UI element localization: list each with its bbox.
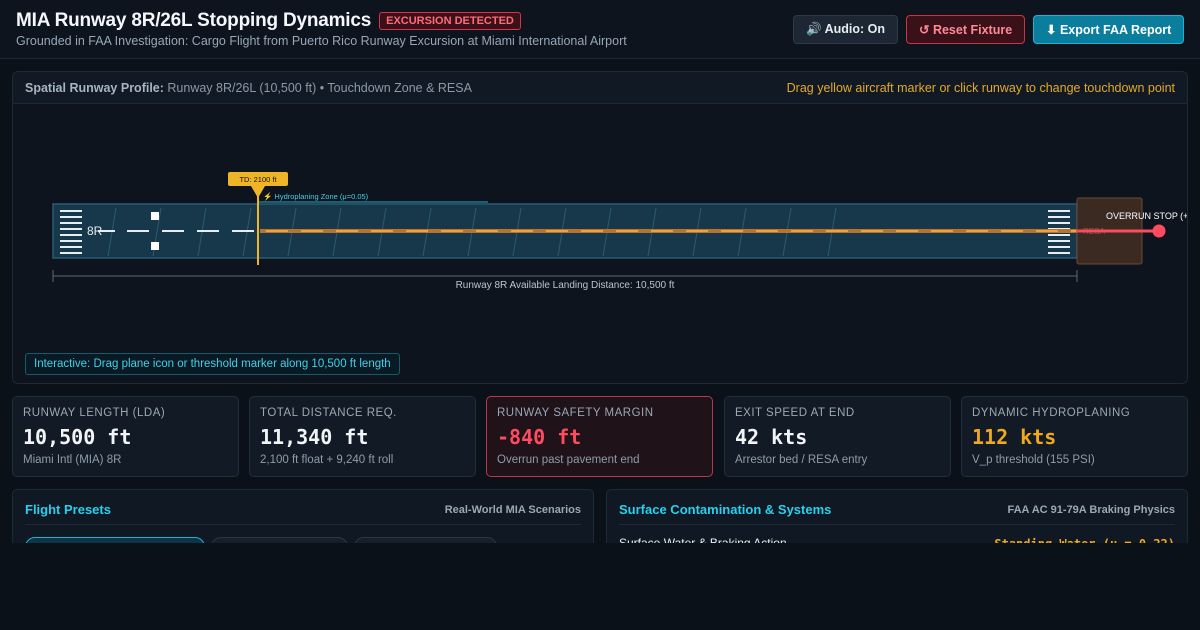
metric-label: Dynamic Hydroplaning xyxy=(972,407,1131,419)
runway-profile-panel: Spatial Runway Profile: Runway 8R/26L (1… xyxy=(12,71,1188,384)
rollout-dash xyxy=(476,230,498,232)
aiming-point-marker-bottom xyxy=(151,242,159,250)
metric-card-safety-margin: Runway Safety Margin -840 ft Overrun pas… xyxy=(486,396,713,477)
rollout-dash xyxy=(896,230,918,232)
export-faa-report-button[interactable]: ⬇ Export FAA Report xyxy=(1033,15,1184,44)
threshold-bar xyxy=(60,228,82,230)
metric-value: 112 kts xyxy=(972,425,1057,449)
available-distance-label: Runway 8R Available Landing Distance: 10… xyxy=(456,280,675,291)
surface-contamination-panel: Surface Contamination & Systems FAA AC 9… xyxy=(606,489,1188,549)
aiming-point-marker-top xyxy=(151,212,159,220)
rollout-dash xyxy=(616,230,638,232)
metric-card-exit-speed: Exit Speed at End 42 kts Arrestor bed / … xyxy=(724,396,951,477)
centerline-dash xyxy=(162,230,184,232)
app-header: MIA Runway 8R/26L Stopping Dynamics EXCU… xyxy=(0,0,1200,59)
audio-toggle-button[interactable]: 🔊 Audio: On xyxy=(793,15,898,44)
threshold-bar xyxy=(60,210,82,212)
reset-fixture-button[interactable]: ↺ Reset Fixture xyxy=(906,15,1025,44)
drag-hint: Drag yellow aircraft marker or click run… xyxy=(786,81,1175,95)
threshold-bar xyxy=(1048,246,1070,248)
threshold-bar xyxy=(60,222,82,224)
centerline-dash xyxy=(197,230,219,232)
metric-card-hydroplaning: Dynamic Hydroplaning 112 kts V_p thresho… xyxy=(961,396,1188,477)
metric-value: 11,340 ft xyxy=(260,425,369,449)
flight-presets-tag: Real-World MIA Scenarios xyxy=(444,504,581,516)
centerline-dash xyxy=(232,230,254,232)
rollout-dash xyxy=(721,230,743,232)
metric-subtext: Miami Intl (MIA) 8R xyxy=(23,454,122,466)
metric-card-runway-length: Runway Length (LDA) 10,500 ft Miami Intl… xyxy=(12,396,239,477)
rollout-dash xyxy=(826,230,848,232)
runway-profile-title-bold: Spatial Runway Profile: xyxy=(25,81,164,95)
centerline-dash xyxy=(127,230,149,232)
metric-label: Total Distance Req. xyxy=(260,407,397,419)
hydroplaning-zone-label: ⚡ Hydroplaning Zone (μ=0.05) xyxy=(263,192,369,201)
divider xyxy=(619,524,1175,525)
flight-presets-title: Flight Presets xyxy=(25,502,111,517)
rollout-path xyxy=(260,229,1093,233)
title-row: MIA Runway 8R/26L Stopping Dynamics EXCU… xyxy=(16,10,521,32)
metric-card-total-distance: Total Distance Req. 11,340 ft 2,100 ft f… xyxy=(249,396,476,477)
rollout-dash xyxy=(371,230,393,232)
touchdown-marker-label: TD: 2100 ft xyxy=(239,175,277,184)
threshold-bar xyxy=(1048,222,1070,224)
threshold-bar xyxy=(1048,240,1070,242)
rollout-dash xyxy=(581,230,603,232)
threshold-bar xyxy=(60,252,82,254)
rollout-dash xyxy=(266,230,288,232)
threshold-bar xyxy=(1048,234,1070,236)
metric-value: 42 kts xyxy=(735,425,808,449)
flight-presets-panel: Flight Presets Real-World MIA Scenarios xyxy=(12,489,594,549)
metric-subtext: 2,100 ft float + 9,240 ft roll xyxy=(260,454,394,466)
rollout-dash xyxy=(931,230,953,232)
rollout-dash xyxy=(1001,230,1023,232)
metric-value: 10,500 ft xyxy=(23,425,132,449)
rollout-dash xyxy=(441,230,463,232)
rollout-dash xyxy=(336,230,358,232)
metric-subtext: Overrun past pavement end xyxy=(497,454,640,466)
divider xyxy=(25,524,581,525)
threshold-bar xyxy=(1048,252,1070,254)
rollout-dash xyxy=(1036,230,1058,232)
threshold-bar xyxy=(1048,210,1070,212)
runway-diagram[interactable]: 8R ⚡ Hydroplaning Zone (μ=0.05) RESA OVE… xyxy=(13,104,1188,350)
runway-profile-header: Spatial Runway Profile: Runway 8R/26L (1… xyxy=(13,72,1187,104)
metric-value: -840 ft xyxy=(497,425,582,449)
excursion-status-badge: EXCURSION DETECTED xyxy=(379,12,521,30)
threshold-bar xyxy=(60,246,82,248)
surface-contamination-tag: FAA AC 91-79A Braking Physics xyxy=(1007,504,1175,516)
threshold-bar xyxy=(60,234,82,236)
page-bottom-area xyxy=(0,543,1200,630)
rollout-dash xyxy=(301,230,323,232)
metric-subtext: V_p threshold (155 PSI) xyxy=(972,454,1095,466)
rollout-dash xyxy=(686,230,708,232)
surface-contamination-title: Surface Contamination & Systems xyxy=(619,502,832,517)
metric-subtext: Arrestor bed / RESA entry xyxy=(735,454,868,466)
threshold-bar xyxy=(60,216,82,218)
centerline-dash xyxy=(98,230,115,232)
rollout-dash xyxy=(651,230,673,232)
runway-profile-title: Spatial Runway Profile: Runway 8R/26L (1… xyxy=(25,81,472,95)
rollout-dash xyxy=(756,230,778,232)
runway-profile-title-rest: Runway 8R/26L (10,500 ft) • Touchdown Zo… xyxy=(163,81,472,95)
rollout-dash xyxy=(406,230,428,232)
metric-label: Runway Length (LDA) xyxy=(23,407,166,419)
overrun-stop-label: OVERRUN STOP (+840 ft) xyxy=(1106,211,1188,221)
page-subtitle: Grounded in FAA Investigation: Cargo Fli… xyxy=(16,34,627,48)
threshold-bar xyxy=(1048,216,1070,218)
metric-label: Runway Safety Margin xyxy=(497,407,654,419)
rollout-dash xyxy=(791,230,813,232)
rollout-dash xyxy=(546,230,568,232)
threshold-bar xyxy=(60,240,82,242)
interactive-note: Interactive: Drag plane icon or threshol… xyxy=(25,353,400,375)
metric-label: Exit Speed at End xyxy=(735,407,855,419)
rollout-dash xyxy=(966,230,988,232)
rollout-dash xyxy=(861,230,883,232)
overrun-stop-point xyxy=(1152,224,1166,238)
rollout-dash xyxy=(511,230,533,232)
page-title: MIA Runway 8R/26L Stopping Dynamics xyxy=(16,10,372,31)
